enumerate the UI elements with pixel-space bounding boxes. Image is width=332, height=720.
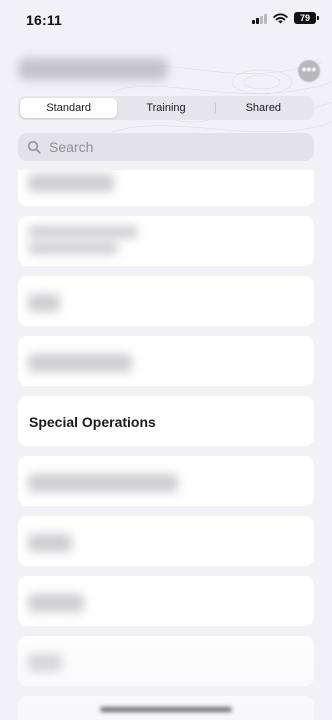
more-options-button[interactable]: ••• xyxy=(298,60,320,82)
status-time: 16:11 xyxy=(26,12,63,28)
segment-training[interactable]: Training xyxy=(117,98,214,118)
magnifying-glass-icon xyxy=(27,140,41,154)
list-item-label xyxy=(28,474,178,492)
ellipsis-circle-icon: ••• xyxy=(301,61,317,77)
list-item[interactable] xyxy=(18,576,314,626)
list-item-label xyxy=(28,594,84,612)
cellular-signal-icon xyxy=(252,13,267,24)
list-item-special-operations[interactable]: Special Operations xyxy=(18,396,314,446)
list-item-label xyxy=(28,294,60,312)
status-bar: 16:11 79 xyxy=(0,0,332,40)
search-input[interactable] xyxy=(47,138,291,156)
list-item[interactable] xyxy=(18,170,314,206)
segmented-control: Standard Training Shared xyxy=(18,96,314,120)
list-item[interactable] xyxy=(18,336,314,386)
search-bar[interactable] xyxy=(18,133,314,161)
list-item-label xyxy=(28,226,138,238)
wifi-icon xyxy=(273,12,288,24)
list-item-label: Special Operations xyxy=(29,414,156,430)
status-icons: 79 xyxy=(252,12,319,24)
list-item-label xyxy=(28,534,72,552)
segment-standard[interactable]: Standard xyxy=(20,98,118,118)
list-item-label xyxy=(28,354,132,372)
list-item-label xyxy=(28,174,114,192)
list-item-label xyxy=(28,654,62,672)
battery-icon: 79 xyxy=(294,12,319,24)
list-item[interactable] xyxy=(18,216,314,266)
list-item[interactable] xyxy=(18,276,314,326)
list-item[interactable] xyxy=(18,456,314,506)
segment-shared[interactable]: Shared xyxy=(214,98,312,118)
page-title xyxy=(18,58,168,80)
list-item-label xyxy=(28,242,118,254)
navigation-bar: ••• xyxy=(0,52,332,133)
list-item[interactable] xyxy=(18,636,314,686)
category-list: Special Operations xyxy=(0,170,332,720)
list-item[interactable] xyxy=(18,516,314,566)
home-indicator[interactable] xyxy=(100,707,232,712)
